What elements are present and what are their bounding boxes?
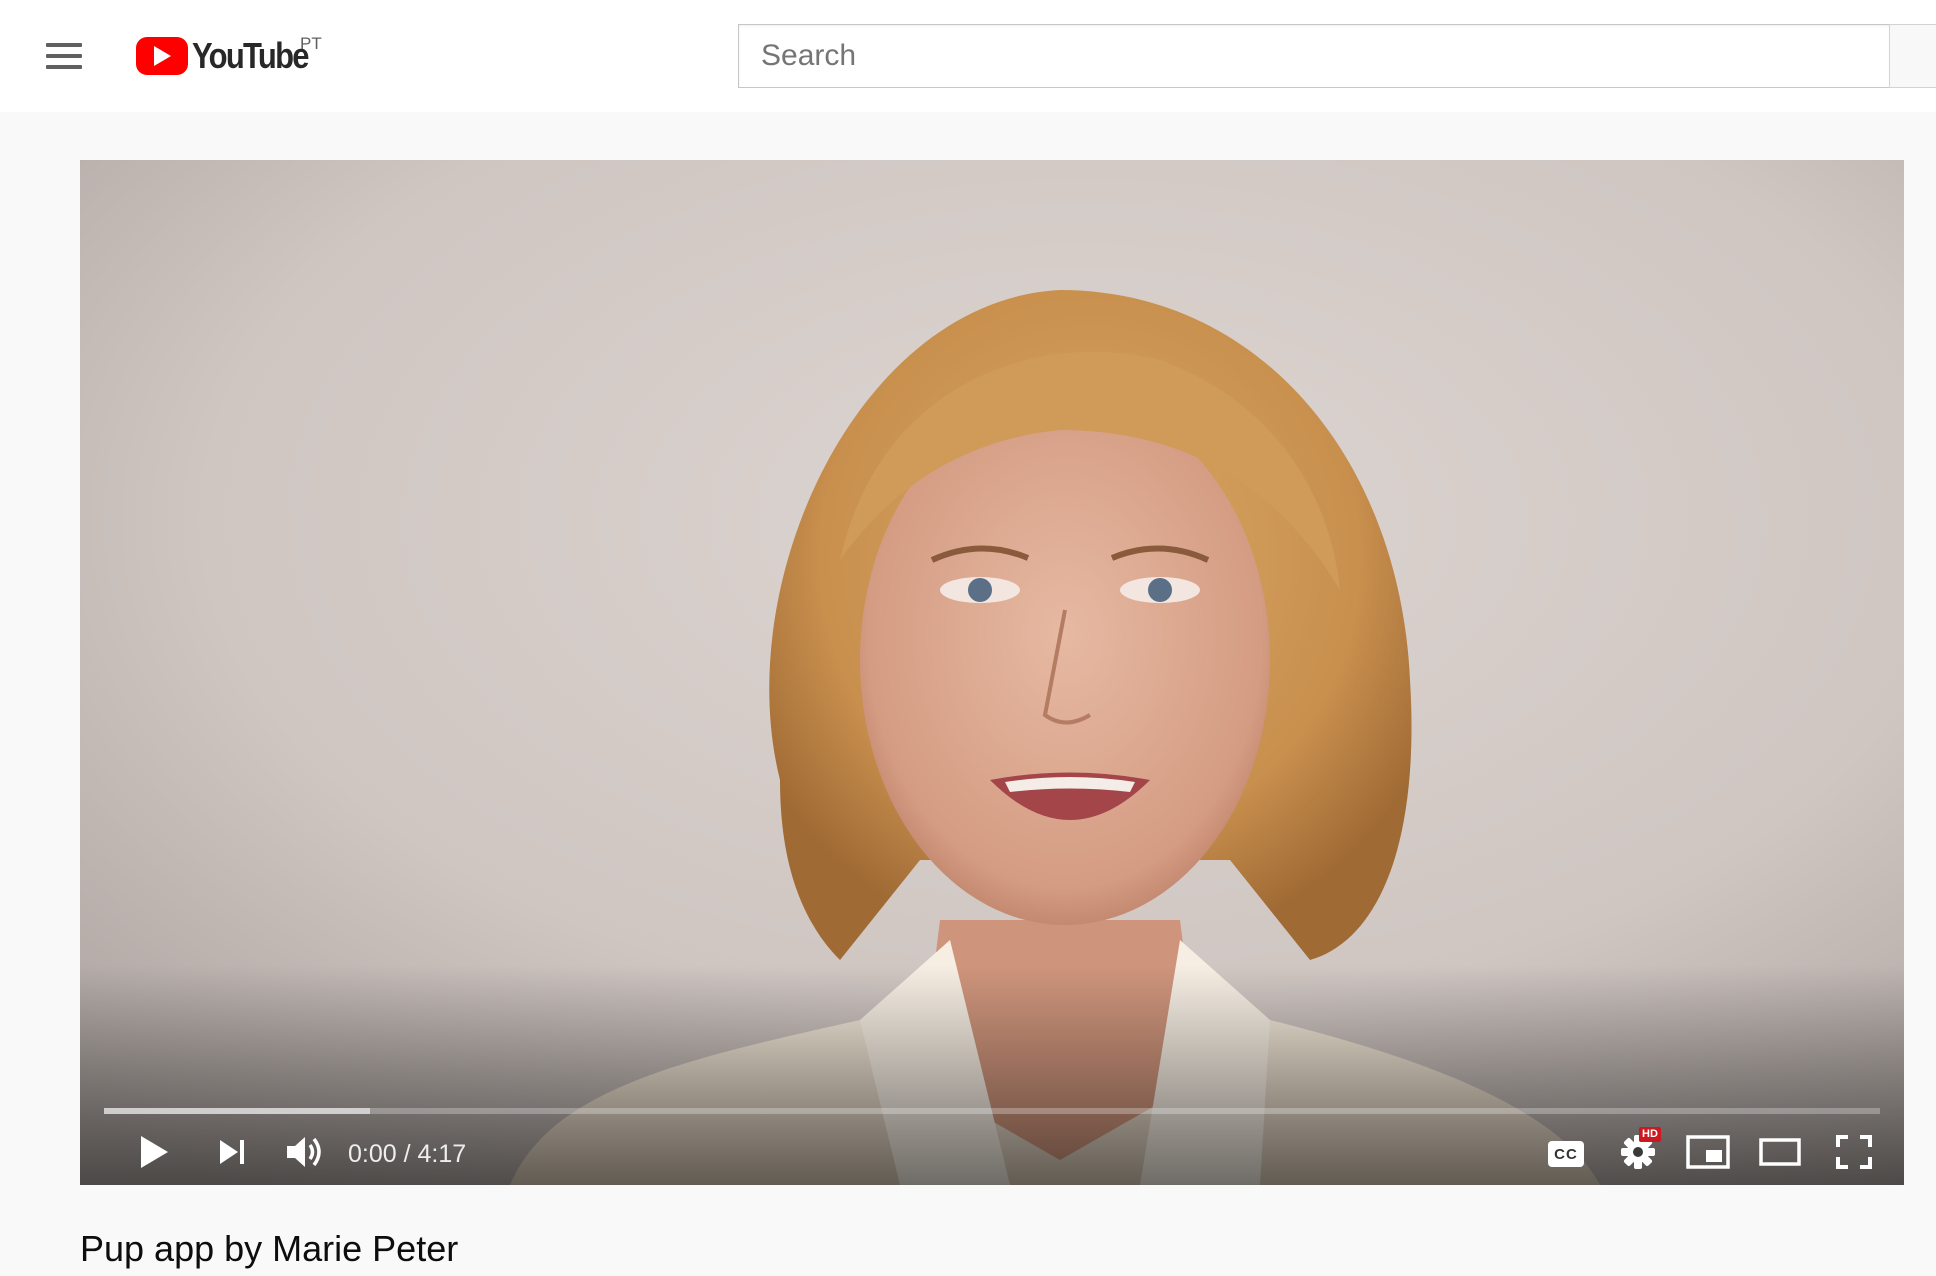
next-icon xyxy=(218,1139,246,1170)
player-controls: 0:00 / 4:17 CC HD xyxy=(80,1122,1904,1185)
play-logo-icon xyxy=(136,37,188,75)
fullscreen-icon xyxy=(1836,1134,1872,1174)
video-title: Pup app by Marie Peter xyxy=(80,1228,459,1269)
masthead: YouTube PT xyxy=(0,0,1936,112)
logo-text: YouTube xyxy=(192,35,310,76)
miniplayer-icon xyxy=(1686,1134,1730,1174)
volume-button[interactable] xyxy=(270,1122,342,1185)
play-button[interactable] xyxy=(118,1122,190,1185)
captions-icon: CC xyxy=(1548,1141,1584,1167)
time-separator: / xyxy=(396,1140,418,1168)
captions-button[interactable]: CC xyxy=(1536,1122,1596,1185)
volume-icon xyxy=(286,1135,326,1174)
progress-buffered xyxy=(104,1108,371,1114)
hd-badge: HD xyxy=(1639,1126,1661,1142)
duration: 4:17 xyxy=(417,1140,467,1168)
youtube-logo[interactable]: YouTube xyxy=(136,32,327,80)
current-time: 0:00 xyxy=(348,1140,397,1168)
search-box xyxy=(738,24,1890,88)
time-display: 0:00 / 4:17 xyxy=(348,1122,466,1185)
search-input[interactable] xyxy=(739,25,1890,87)
settings-gear-icon: HD xyxy=(1619,1126,1661,1176)
hamburger-menu-icon[interactable] xyxy=(36,36,92,76)
play-icon xyxy=(139,1135,169,1174)
video-player[interactable]: 0:00 / 4:17 CC HD xyxy=(80,160,1904,1185)
miniplayer-button[interactable] xyxy=(1674,1122,1742,1185)
theater-mode-button[interactable] xyxy=(1744,1122,1816,1185)
settings-button[interactable]: HD xyxy=(1604,1122,1672,1185)
fullscreen-button[interactable] xyxy=(1818,1122,1890,1185)
next-button[interactable] xyxy=(200,1122,264,1185)
captions-label: CC xyxy=(1554,1145,1578,1163)
search-button[interactable] xyxy=(1889,24,1936,88)
region-code: PT xyxy=(300,34,322,53)
progress-bar[interactable] xyxy=(104,1108,1880,1114)
theater-mode-icon xyxy=(1759,1137,1801,1171)
